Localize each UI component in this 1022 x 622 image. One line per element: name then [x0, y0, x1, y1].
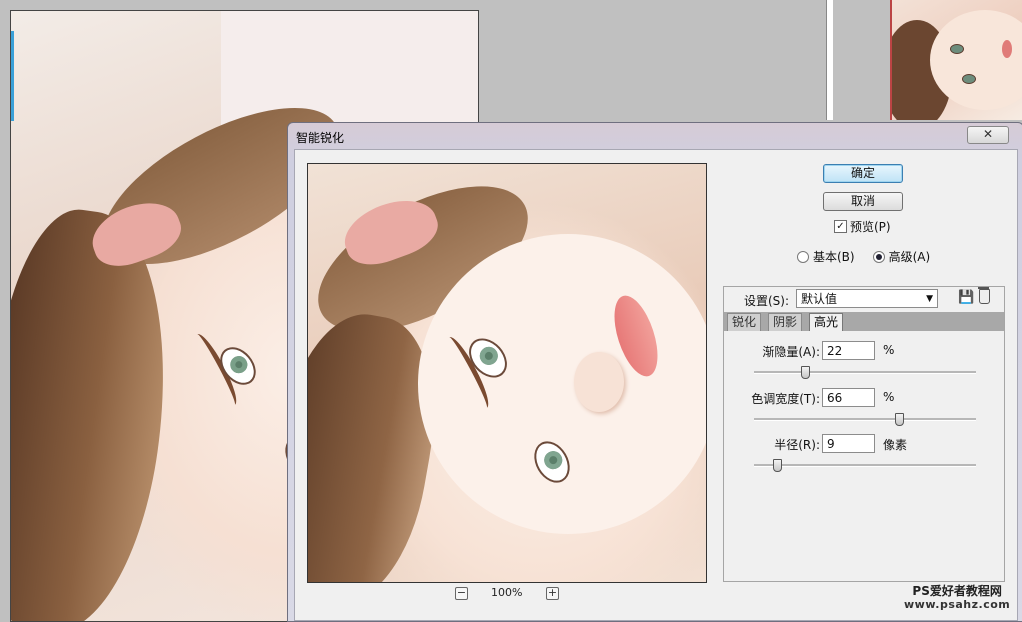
basic-radio-label: 基本(B): [813, 250, 855, 264]
zoom-out-button[interactable]: −: [455, 587, 468, 600]
advanced-radio-label: 高级(A): [888, 250, 931, 264]
preview-image[interactable]: [307, 163, 707, 583]
watermark-title: PS爱好者教程网: [912, 584, 1002, 598]
tab-highlight[interactable]: 高光: [809, 313, 844, 331]
preview-checkbox[interactable]: ✓: [834, 220, 847, 233]
thumbnail-eye: [962, 74, 976, 84]
fade-amount-label: 渐隐量(A):: [762, 345, 820, 359]
fade-amount-input[interactable]: 22: [822, 341, 875, 360]
thumbnail-lips: [1002, 40, 1012, 58]
preview-checkbox-row[interactable]: ✓ 预览(P): [834, 218, 891, 235]
thumbnail-eye: [950, 44, 964, 54]
chevron-down-icon: ▼: [926, 294, 933, 304]
tonal-width-input[interactable]: 66: [822, 388, 875, 407]
save-settings-icon[interactable]: 💾: [958, 290, 974, 305]
tonal-width-label: 色调宽度(T):: [751, 392, 820, 406]
radius-slider[interactable]: [754, 459, 976, 472]
fade-amount-unit: %: [883, 343, 895, 357]
close-button[interactable]: ✕: [967, 126, 1009, 144]
zoom-in-button[interactable]: +: [546, 587, 559, 600]
radius-slider-thumb[interactable]: [773, 459, 782, 472]
preview-nose: [574, 352, 624, 412]
dialog-title: 智能锐化: [296, 131, 345, 145]
settings-group: 设置(S): 默认值 ▼ 💾 锐化 阴影 高光 渐隐量(A): 22 % 色调宽…: [723, 286, 1005, 582]
ok-button[interactable]: 确定: [823, 164, 903, 183]
tab-shadow[interactable]: 阴影: [768, 313, 803, 331]
radius-label: 半径(R):: [774, 438, 820, 452]
tonal-width-unit: %: [883, 390, 895, 404]
tonal-width-slider-thumb[interactable]: [895, 413, 904, 426]
dialog-body: − 100% + 确定 取消 ✓ 预览(P) 基本(B) 高级(A) 设置(S)…: [294, 149, 1018, 621]
selection-strip: [11, 31, 14, 121]
mode-radio-group: 基本(B) 高级(A): [797, 248, 930, 265]
zoom-level: 100%: [491, 586, 523, 599]
preview-label: 预览(P): [850, 220, 891, 234]
watermark: PS爱好者教程网 www.psahz.com: [904, 584, 1010, 612]
cancel-button[interactable]: 取消: [823, 192, 903, 211]
trash-icon[interactable]: [978, 287, 990, 304]
hair-region: [11, 201, 190, 621]
fade-amount-slider-thumb[interactable]: [801, 366, 810, 379]
navigator-thumbnail[interactable]: [890, 0, 1022, 120]
radius-unit: 像素: [883, 438, 908, 452]
tab-sharpen[interactable]: 锐化: [727, 313, 762, 331]
tab-strip: 锐化 阴影 高光: [724, 312, 1004, 331]
settings-dropdown[interactable]: 默认值 ▼: [796, 289, 938, 308]
tonal-width-slider[interactable]: [754, 413, 976, 426]
basic-radio[interactable]: [797, 250, 809, 263]
radius-input[interactable]: 9: [822, 434, 875, 453]
settings-label: 设置(S):: [744, 294, 790, 308]
smart-sharpen-dialog: 智能锐化 ✕ − 100% + 确定 取消 ✓ 预览(P) 基本(B) 高级(A…: [287, 122, 1022, 622]
panel-scrollbar[interactable]: [826, 0, 833, 120]
settings-value: 默认值: [801, 292, 838, 306]
preview-face: [418, 234, 706, 534]
watermark-url: www.psahz.com: [904, 598, 1011, 611]
fade-amount-slider[interactable]: [754, 366, 976, 379]
advanced-radio[interactable]: [872, 250, 885, 263]
